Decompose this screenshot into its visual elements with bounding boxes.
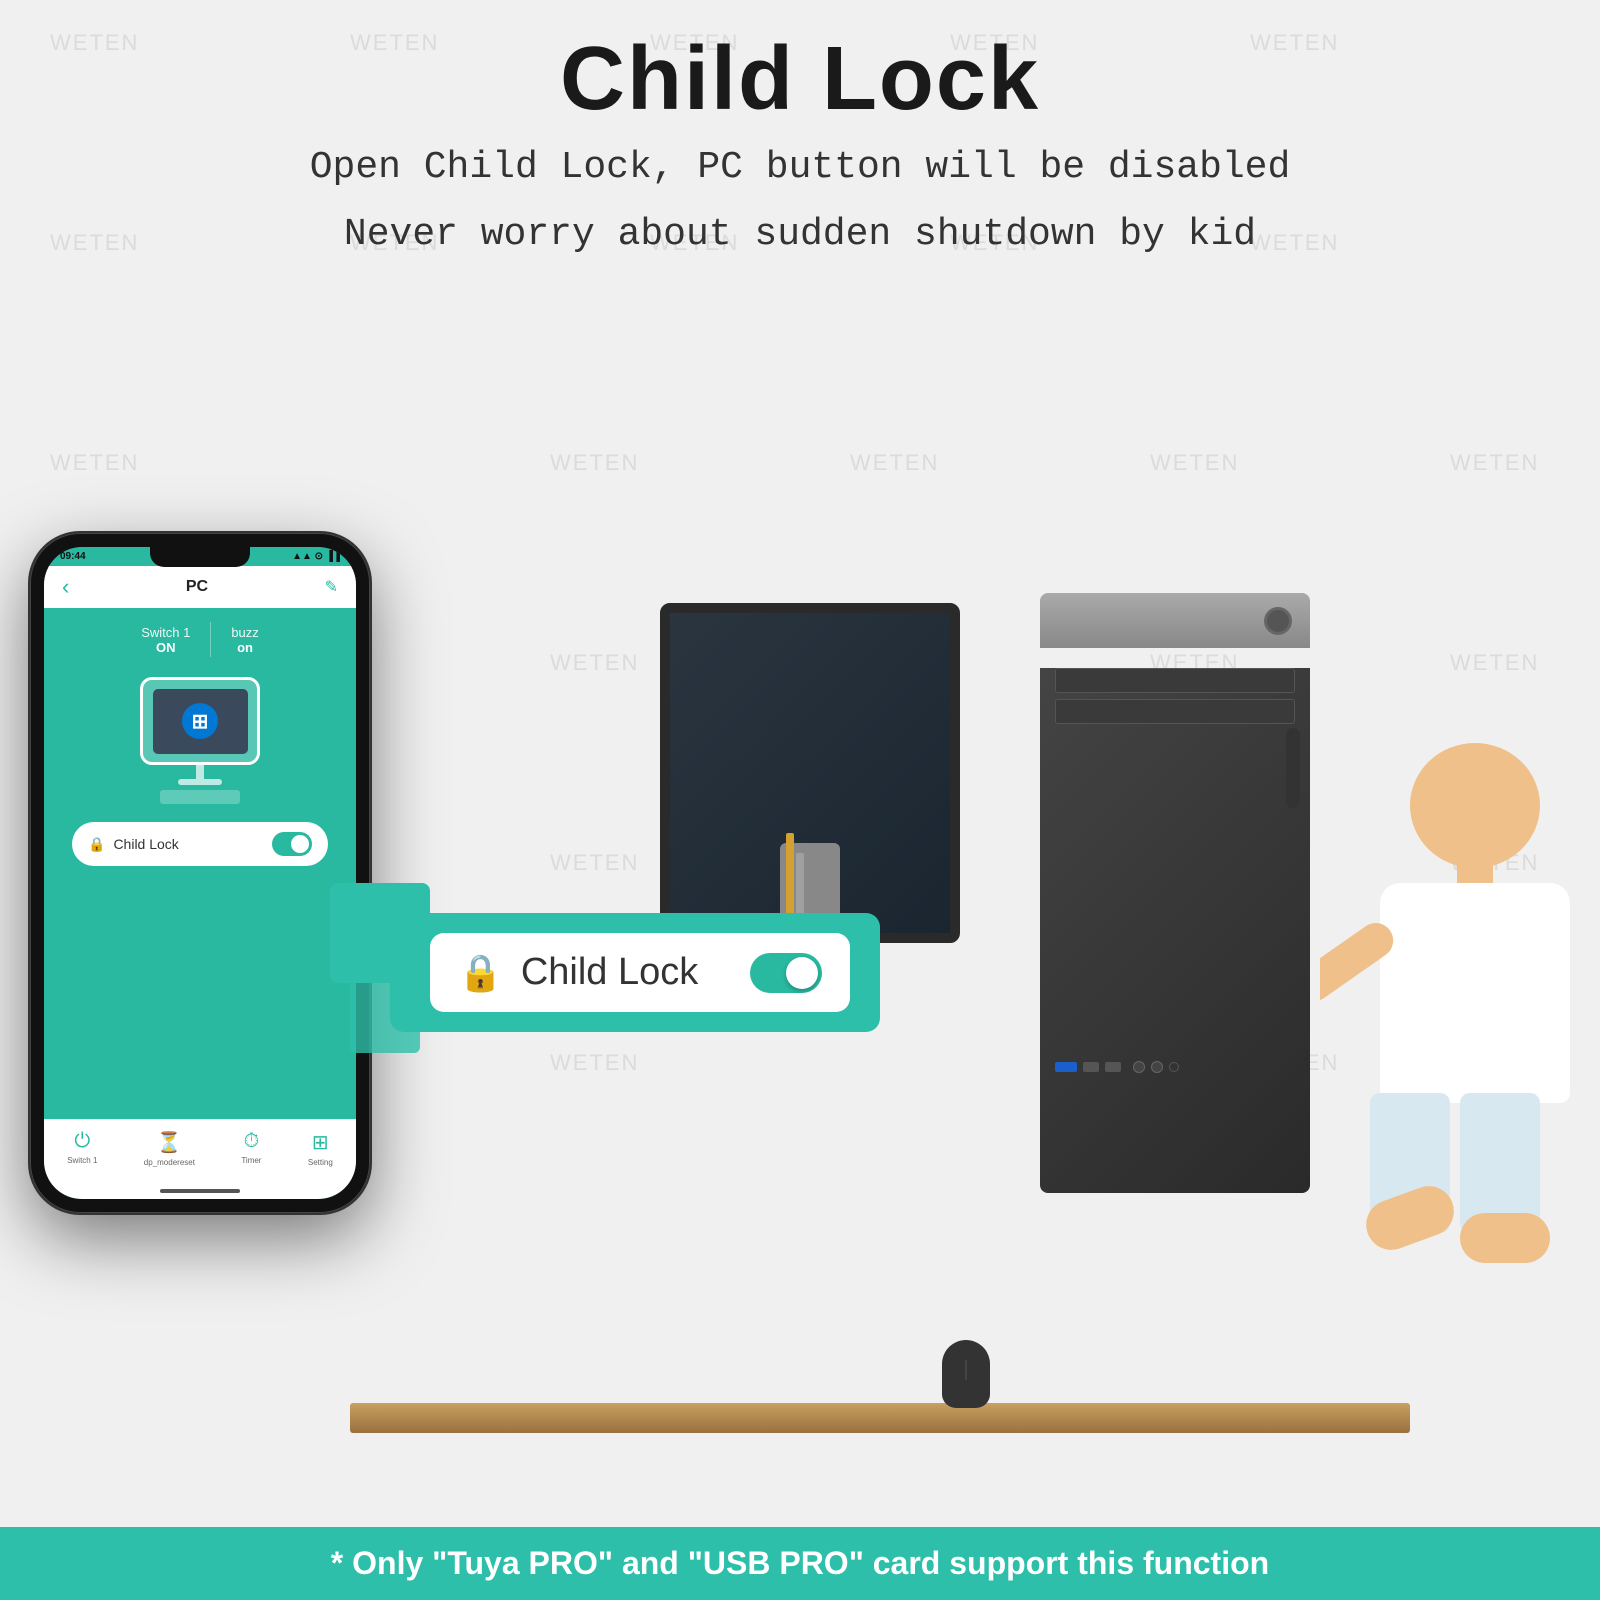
subtitle-line1: Open Child Lock, PC button will be disab… (0, 139, 1600, 196)
switch1-status: ON (141, 640, 190, 655)
page-header: Child Lock Open Child Lock, PC button wi… (0, 0, 1600, 263)
banner-child-lock-toggle[interactable] (750, 953, 822, 993)
phone-edit-button[interactable]: ✎ (325, 577, 338, 597)
note-brand1: "Tuya PRO" (432, 1545, 613, 1581)
note-middle: and (613, 1545, 688, 1581)
status-time: 09:44 (60, 551, 86, 562)
desk-surface (350, 1403, 1410, 1433)
phone-child-lock-toggle[interactable] (272, 832, 312, 856)
phone-screen-title: PC (186, 578, 208, 596)
phone-child-lock-label: Child Lock (113, 836, 264, 852)
buzz-name: buzz (231, 625, 258, 640)
pc-graphic: ⊞ (44, 677, 356, 804)
banner-child-lock-label: Child Lock (521, 951, 732, 994)
power-icon: ⏻ (74, 1130, 90, 1153)
phone-nav-bar: ‹ PC ✎ (44, 566, 356, 608)
switch1-item: Switch 1 ON (121, 625, 210, 655)
switch1-name: Switch 1 (141, 625, 190, 640)
monitor-stand-base (178, 779, 222, 785)
pc-monitor-icon: ⊞ (140, 677, 260, 765)
phone-child-lock-row[interactable]: 🔒 Child Lock (72, 822, 328, 866)
note-prefix: * Only (331, 1545, 432, 1581)
buzz-item: buzz on (211, 625, 278, 655)
nav-setting[interactable]: ⊞ Setting (308, 1130, 333, 1167)
note-brand2: "USB PRO" (688, 1545, 864, 1581)
nav-dp-label: dp_modereset (144, 1158, 195, 1167)
monitor-screen-icon: ⊞ (153, 689, 248, 754)
phone-bottom-nav: ⏻ Switch 1 ⏳ dp_modereset ⏱ Timer ⊞ Sett… (44, 1119, 356, 1199)
monitor-stand-neck (196, 765, 204, 779)
nav-timer-label: Timer (241, 1156, 261, 1165)
phone-notch (150, 547, 250, 567)
nav-timer[interactable]: ⏱ Timer (241, 1130, 261, 1165)
home-indicator (160, 1189, 240, 1193)
status-icons: ▲▲ ⊙ ▐▐ (292, 551, 340, 562)
bottom-note-text: * Only "Tuya PRO" and "USB PRO" card sup… (40, 1545, 1560, 1582)
nav-switch1[interactable]: ⏻ Switch 1 (67, 1130, 97, 1165)
timer-icon: ⏱ (244, 1130, 260, 1153)
banner-lock-icon: 🔒 (458, 952, 503, 994)
nav-dp[interactable]: ⏳ dp_modereset (144, 1130, 195, 1167)
pc-tower (1040, 593, 1310, 1173)
child-lock-banner: 🔒 Child Lock (390, 913, 880, 1032)
grid-icon: ⊞ (312, 1130, 329, 1155)
hourglass-icon: ⏳ (157, 1130, 182, 1155)
main-title: Child Lock (0, 30, 1600, 129)
baby-figure (1320, 713, 1600, 1393)
banner-teal-bg: 🔒 Child Lock (390, 913, 880, 1032)
subtitle-line2: Never worry about sudden shutdown by kid (0, 206, 1600, 263)
phone-screen: 09:44 ▲▲ ⊙ ▐▐ ‹ PC ✎ Switch 1 ON (44, 547, 356, 1199)
buzz-status: on (231, 640, 258, 655)
mouse (942, 1340, 990, 1408)
nav-setting-label: Setting (308, 1158, 333, 1167)
phone-switches-row: Switch 1 ON buzz on (44, 622, 356, 657)
nav-switch1-label: Switch 1 (67, 1156, 97, 1165)
child-lock-inner-card[interactable]: 🔒 Child Lock (430, 933, 850, 1012)
phone-lock-icon: 🔒 (88, 836, 105, 853)
phone-frame: 09:44 ▲▲ ⊙ ▐▐ ‹ PC ✎ Switch 1 ON (30, 533, 370, 1213)
note-suffix: card support this function (864, 1545, 1269, 1581)
phone-mockup: 09:44 ▲▲ ⊙ ▐▐ ‹ PC ✎ Switch 1 ON (30, 533, 370, 1213)
windows-logo: ⊞ (182, 703, 218, 739)
phone-back-button[interactable]: ‹ (62, 576, 69, 598)
content-area: 09:44 ▲▲ ⊙ ▐▐ ‹ PC ✎ Switch 1 ON (0, 263, 1600, 1563)
bottom-note-bar: * Only "Tuya PRO" and "USB PRO" card sup… (0, 1527, 1600, 1600)
